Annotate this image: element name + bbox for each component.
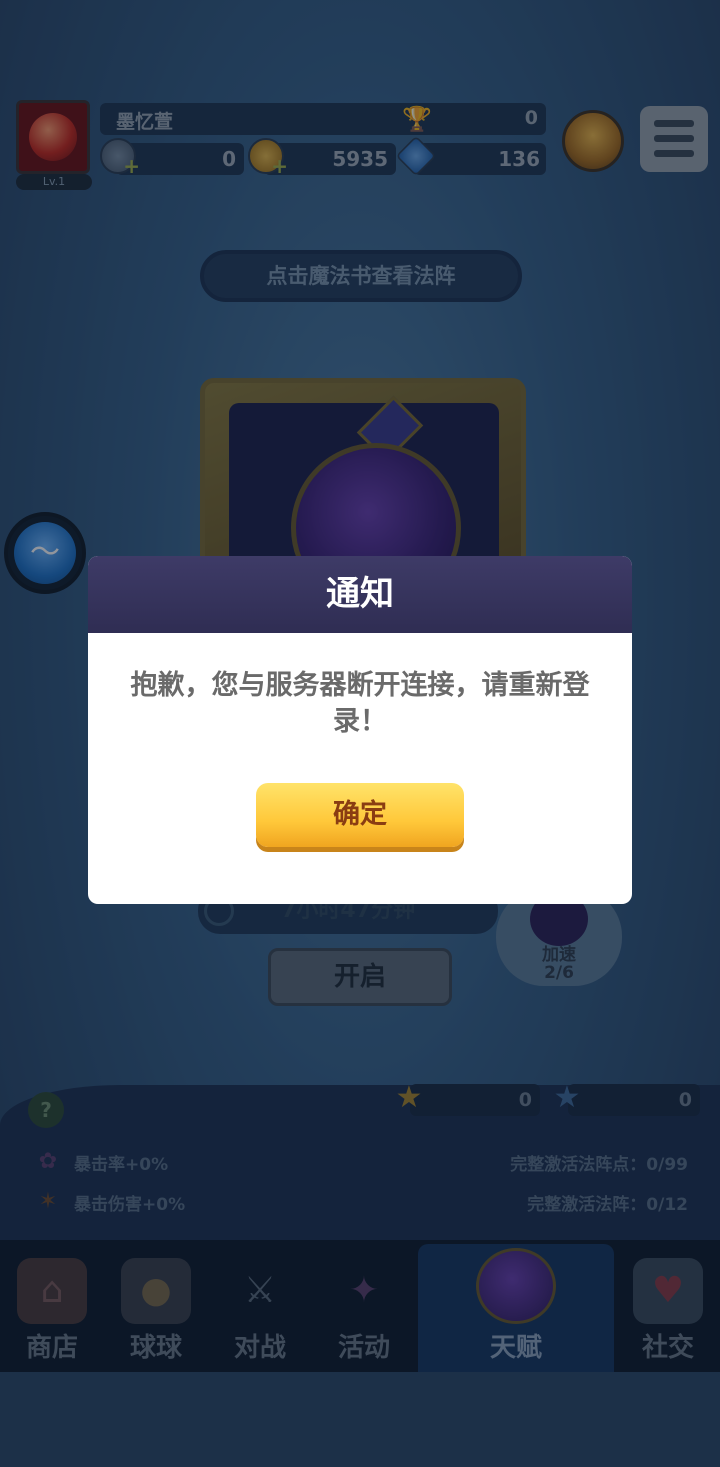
- notice-dialog: 通知 抱歉，您与服务器断开连接，请重新登录！ 确定: [88, 556, 632, 904]
- dialog-title: 通知: [326, 574, 394, 614]
- dialog-message: 抱歉，您与服务器断开连接，请重新登录！: [130, 670, 590, 737]
- confirm-button[interactable]: 确定: [256, 783, 464, 847]
